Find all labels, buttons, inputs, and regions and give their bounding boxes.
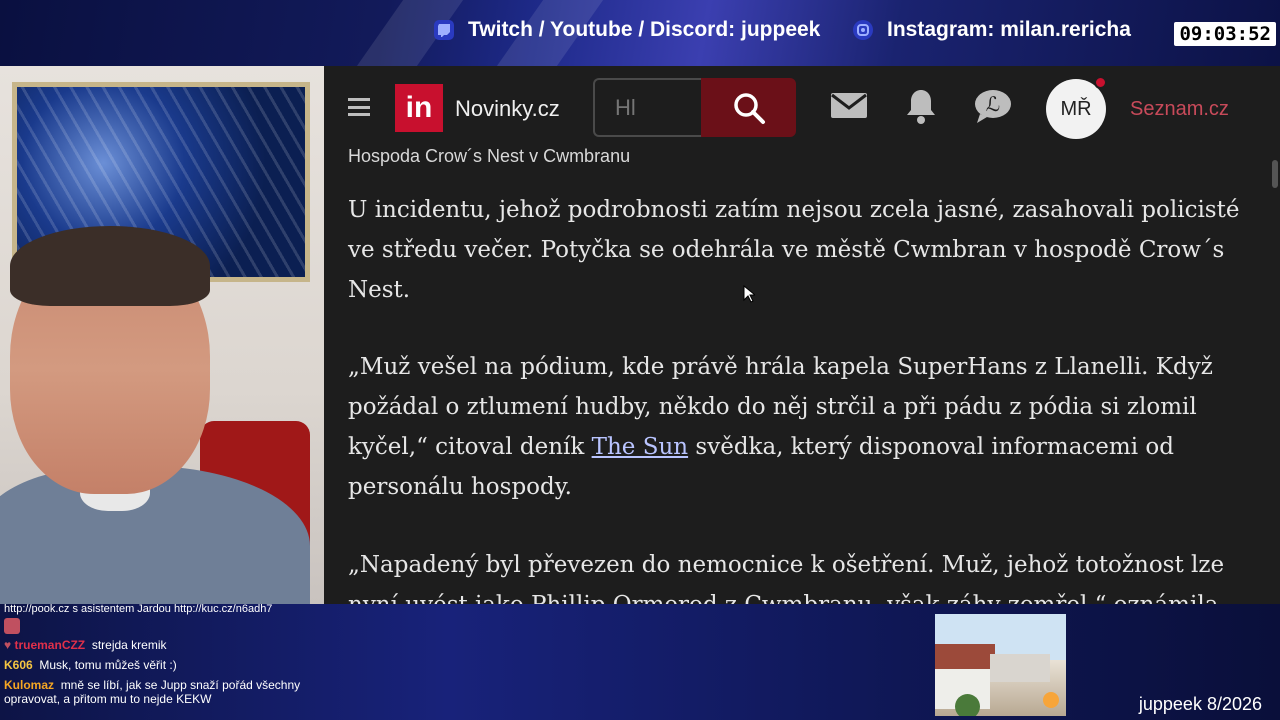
chat-message: Kulomaz mně se líbí, jak se Jupp snaží p… xyxy=(4,678,326,706)
browser-window: in Novinky.cz ℒ MŘ Seznam.cz Hospoda Cro… xyxy=(324,66,1280,604)
chat-message: K606 Musk, tomu můžeš věřit :) xyxy=(4,658,177,672)
search-icon xyxy=(733,92,765,124)
stream-top-banner: Twitch / Youtube / Discord: juppeek Inst… xyxy=(0,0,1280,66)
stream-clock: 09:03:52 xyxy=(1174,22,1276,46)
thumb-building xyxy=(990,654,1050,682)
chat-message: ♥ truemanCZZ strejda kremik xyxy=(4,638,167,652)
stream-watermark: juppeek 8/2026 xyxy=(1138,694,1262,714)
chat-avatar-icon xyxy=(4,618,20,634)
site-navbar: in Novinky.cz ℒ MŘ Seznam.cz xyxy=(324,66,1280,148)
image-caption: Hospoda Crow´s Nest v Cwmbranu xyxy=(348,146,631,166)
mouse-cursor-icon xyxy=(743,285,755,303)
streamer-hair xyxy=(10,226,210,306)
novinky-logo[interactable]: in xyxy=(395,84,443,132)
bell-icon[interactable] xyxy=(906,88,936,124)
heart-icon: ♥ xyxy=(4,638,12,652)
chat-username: Kulomaz xyxy=(4,678,55,692)
article-paragraph: „Muž vešel na pódium, kde právě hrála ka… xyxy=(348,347,1248,507)
the-sun-link[interactable]: The Sun xyxy=(592,434,688,460)
search-input[interactable] xyxy=(593,78,701,137)
notification-dot xyxy=(1094,76,1107,89)
instagram-icon xyxy=(853,20,873,40)
seznam-link[interactable]: Seznam.cz xyxy=(1130,98,1229,121)
chat-username: truemanCZZ xyxy=(14,638,86,652)
camera-thumbnail xyxy=(935,614,1066,716)
article-paragraph: „Napadený byl převezen do nemocnice k oš… xyxy=(348,552,1225,604)
chat-text: strejda kremik xyxy=(91,638,167,652)
menu-icon[interactable] xyxy=(348,98,370,116)
webcam-feed xyxy=(0,66,324,604)
chat-icon[interactable]: ℒ xyxy=(974,88,1012,124)
chat-overlay: http://pook.cz s asistentem Jardou http:… xyxy=(0,603,330,720)
site-name[interactable]: Novinky.cz xyxy=(455,96,560,122)
twitch-icon xyxy=(434,20,454,40)
social-twitch: Twitch / Youtube / Discord: juppeek xyxy=(434,18,820,42)
thumb-fire xyxy=(1043,692,1059,708)
search-button[interactable] xyxy=(701,78,796,137)
chat-header: http://pook.cz s asistentem Jardou http:… xyxy=(4,603,273,615)
thumb-tree xyxy=(955,694,980,716)
scrollbar-thumb[interactable] xyxy=(1272,160,1278,188)
social-twitch-label: Twitch / Youtube / Discord: juppeek xyxy=(468,18,821,41)
mail-icon[interactable] xyxy=(830,90,868,120)
chat-username: K606 xyxy=(4,658,33,672)
social-instagram-label: Instagram: milan.rericha xyxy=(887,18,1131,41)
social-instagram: Instagram: milan.rericha xyxy=(853,18,1131,42)
chat-text: Musk, tomu můžeš věřit :) xyxy=(39,658,177,672)
svg-text:ℒ: ℒ xyxy=(986,92,1000,116)
article-paragraph: U incidentu, jehož podrobnosti zatím nej… xyxy=(348,197,1240,303)
